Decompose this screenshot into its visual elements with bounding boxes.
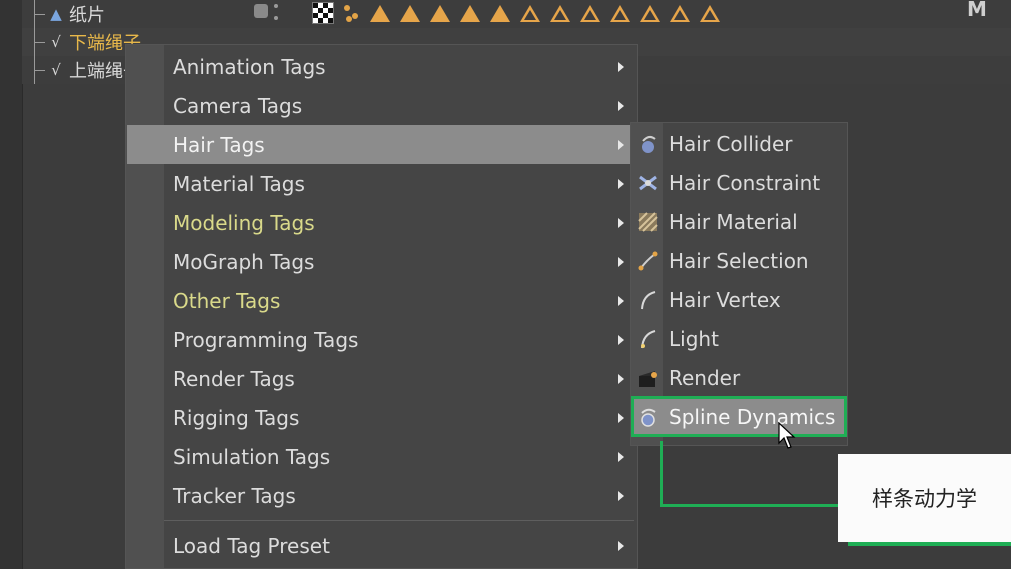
submenu-arrow-icon [618, 452, 624, 462]
submenu-arrow-icon [618, 62, 624, 72]
submenu-arrow-icon [618, 140, 624, 150]
triangle-icon: ▲ [50, 5, 62, 23]
menu-item-rigging-tags[interactable]: Rigging Tags [127, 398, 636, 437]
tag-strip [312, 2, 720, 24]
menu-item-tracker-tags[interactable]: Tracker Tags [127, 476, 636, 515]
submenu-item-label: Hair Constraint [669, 170, 821, 195]
menu-item-load-tag-preset[interactable]: Load Tag Preset [127, 526, 636, 565]
submenu-arrow-icon [618, 218, 624, 228]
hair-constraint-icon [639, 175, 657, 191]
mouse-cursor-icon [778, 422, 796, 449]
menu-item-camera-tags[interactable]: Camera Tags [127, 86, 636, 125]
menu-item-label: Modeling Tags [173, 210, 315, 235]
annotation-text: 样条动力学 [872, 487, 977, 511]
hair-render-icon [639, 371, 657, 387]
annotation-callout: 样条动力学 [838, 454, 1011, 542]
submenu-item-label: Hair Material [669, 209, 798, 234]
callout-line-horizontal [660, 504, 840, 507]
menu-item-label: Camera Tags [173, 93, 303, 118]
submenu-arrow-icon [618, 296, 624, 306]
tree-connector [34, 56, 47, 84]
tree-connector [34, 28, 47, 56]
hair-tags-submenu: Hair Collider Hair Constraint Hair Mater… [630, 122, 848, 446]
hair-material-icon [638, 212, 658, 232]
polygon-selection-tag-icon[interactable] [490, 4, 510, 22]
vertex-selection-tag-icon[interactable] [580, 4, 600, 22]
vertex-selection-tag-icon[interactable] [610, 4, 630, 22]
hair-light-icon [641, 330, 656, 349]
submenu-item-label: Hair Collider [669, 131, 793, 156]
submenu-item-hair-collider[interactable]: Hair Collider [632, 124, 846, 163]
submenu-item-spline-dynamics[interactable]: Spline Dynamics [631, 396, 847, 437]
submenu-arrow-icon [618, 101, 624, 111]
hair-vertex-icon [641, 291, 656, 310]
object-manager-left-strip [0, 0, 23, 569]
submenu-arrow-icon [618, 374, 624, 384]
selection-tag-icon[interactable] [344, 3, 360, 23]
callout-line-vertical [660, 441, 663, 507]
menu-item-programming-tags[interactable]: Programming Tags [127, 320, 636, 359]
submenu-item-light[interactable]: Light [632, 319, 846, 358]
menu-item-label: Rigging Tags [173, 405, 300, 430]
menu-item-label: Hair Tags [173, 132, 265, 157]
menu-item-label: Load Tag Preset [173, 533, 330, 558]
vertex-selection-tag-icon[interactable] [520, 4, 540, 22]
submenu-arrow-icon [618, 413, 624, 423]
submenu-item-hair-material[interactable]: Hair Material [632, 202, 846, 241]
polygon-selection-tag-icon[interactable] [400, 4, 420, 22]
menu-item-hair-tags[interactable]: Hair Tags [127, 125, 636, 164]
menu-item-material-tags[interactable]: Material Tags [127, 164, 636, 203]
polygon-selection-tag-icon[interactable] [430, 4, 450, 22]
object-row-paper[interactable]: ▲ 纸片 [22, 0, 1011, 28]
submenu-item-hair-selection[interactable]: Hair Selection [632, 241, 846, 280]
vertex-selection-tag-icon[interactable] [550, 4, 570, 22]
submenu-arrow-icon [618, 257, 624, 267]
menu-item-label: MoGraph Tags [173, 249, 315, 274]
texture-tag-icon[interactable] [312, 2, 334, 24]
submenu-item-label: Hair Vertex [669, 287, 781, 312]
submenu-arrow-icon [618, 335, 624, 345]
tree-connector [34, 0, 47, 28]
submenu-item-render[interactable]: Render [632, 358, 846, 397]
object-name[interactable]: 纸片 [69, 1, 105, 27]
vertex-selection-tag-icon[interactable] [640, 4, 660, 22]
menu-item-label: Material Tags [173, 171, 305, 196]
menu-item-label: Tracker Tags [173, 483, 296, 508]
menu-item-label: Simulation Tags [173, 444, 331, 469]
submenu-item-label: Hair Selection [669, 248, 809, 273]
submenu-arrow-icon [618, 491, 624, 501]
menu-item-simulation-tags[interactable]: Simulation Tags [127, 437, 636, 476]
menu-item-other-tags[interactable]: Other Tags [127, 281, 636, 320]
menu-item-modeling-tags[interactable]: Modeling Tags [127, 203, 636, 242]
polygon-selection-tag-icon[interactable] [370, 4, 390, 22]
spline-dynamics-icon [641, 408, 656, 427]
menu-item-label: Render Tags [173, 366, 295, 391]
menu-item-label: Other Tags [173, 288, 281, 313]
visibility-flags[interactable] [254, 4, 278, 20]
menu-item-mograph-tags[interactable]: MoGraph Tags [127, 242, 636, 281]
submenu-item-hair-vertex[interactable]: Hair Vertex [632, 280, 846, 319]
hair-collider-icon [642, 135, 656, 153]
menu-separator [164, 520, 634, 521]
submenu-item-hair-constraint[interactable]: Hair Constraint [632, 163, 846, 202]
vertex-selection-tag-icon[interactable] [700, 4, 720, 22]
watermark-logo: M [967, 0, 987, 21]
submenu-item-label: Render [669, 365, 741, 390]
spline-icon: √ [51, 33, 61, 51]
hair-selection-icon [638, 251, 658, 271]
submenu-arrow-icon [618, 179, 624, 189]
vertex-selection-tag-icon[interactable] [670, 4, 690, 22]
submenu-item-label: Light [669, 326, 719, 351]
visibility-dots-icon[interactable] [274, 4, 278, 20]
menu-item-label: Animation Tags [173, 54, 326, 79]
menu-item-render-tags[interactable]: Render Tags [127, 359, 636, 398]
submenu-item-label: Spline Dynamics [669, 404, 836, 429]
menu-item-animation-tags[interactable]: Animation Tags [127, 47, 636, 86]
layer-flag-icon[interactable] [254, 4, 268, 18]
menu-item-label: Programming Tags [173, 327, 359, 352]
spline-icon: √ [51, 61, 61, 79]
submenu-arrow-icon [618, 541, 624, 551]
polygon-selection-tag-icon[interactable] [460, 4, 480, 22]
tags-context-menu: Animation Tags Camera Tags Hair Tags Mat… [125, 44, 638, 569]
